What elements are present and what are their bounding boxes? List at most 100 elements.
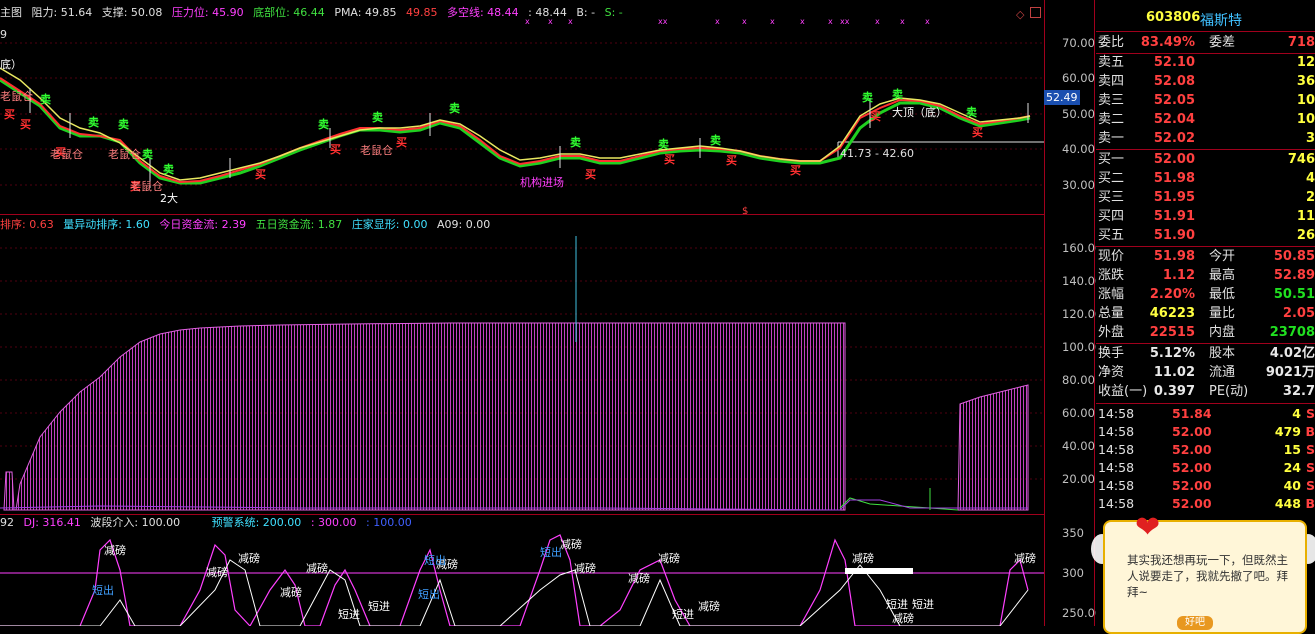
pane-divider <box>0 214 1044 215</box>
annotation-label: 老鼠仓 <box>108 147 141 161</box>
stock-name: 福斯特 <box>1200 13 1242 29</box>
fundamental-row: 换手 5.12% 股本 4.02亿 <box>1098 346 1315 361</box>
svg-text:卖: 卖 <box>449 101 460 115</box>
svg-text:x: x <box>800 18 805 26</box>
osc-100-value: : 100.00 <box>366 516 412 529</box>
pane-divider <box>0 514 1044 515</box>
y-tick: 160.00 <box>1062 241 1103 255</box>
sell-row[interactable]: 卖一 52.02 3 <box>1096 130 1315 148</box>
svg-text:买: 买 <box>4 108 15 121</box>
y-tick: 100.00 <box>1062 340 1103 354</box>
a09-value: A09: 0.00 <box>437 218 491 231</box>
svg-text:买: 买 <box>726 154 737 167</box>
main-price-chart[interactable]: 卖卖卖 卖卖卖 卖卖卖 卖卖卖 卖卖 买买买 买买买 买买买 买买买 买 底） … <box>0 18 1044 214</box>
y-tick: 120.00 <box>1062 307 1103 321</box>
volume-anomaly-value: 量异动排序: 1.60 <box>63 218 150 231</box>
sell-row[interactable]: 卖二 52.04 10 <box>1096 111 1315 129</box>
y-tick: 350 <box>1062 526 1084 540</box>
heart-icon: ❤ <box>1135 510 1161 545</box>
annotation-label: 大顶（底） <box>892 105 947 119</box>
svg-text:买: 买 <box>870 110 881 123</box>
y-tick: 140.00 <box>1062 274 1103 288</box>
today-fund-flow: 今日资金流: 2.39 <box>159 218 247 231</box>
buy-row[interactable]: 买二 51.98 4 <box>1096 170 1315 188</box>
annotation-label: 2大 <box>160 191 178 205</box>
band-entry-value: 波段介入: 100.00 <box>90 516 181 529</box>
osc-label: 短进 <box>338 607 360 621</box>
five-day-fund-flow: 五日资金流: 1.87 <box>255 218 343 231</box>
svg-text:卖: 卖 <box>710 133 721 147</box>
green-ma-line <box>0 78 1031 185</box>
svg-text:卖: 卖 <box>372 110 383 124</box>
svg-text:买: 买 <box>20 118 31 131</box>
osc-label: 减磅 <box>206 565 228 579</box>
osc-label: 短出 <box>424 553 446 567</box>
svg-text:x: x <box>828 18 833 26</box>
y-tick: 80.00 <box>1062 373 1095 387</box>
sell-row[interactable]: 卖三 52.05 10 <box>1096 92 1315 110</box>
svg-text:买: 买 <box>585 168 596 181</box>
volume-chart[interactable] <box>0 232 1044 514</box>
svg-text:买: 买 <box>330 143 341 156</box>
svg-text:x: x <box>715 18 720 26</box>
annotation-label: 老鼠仓 <box>50 147 83 161</box>
svg-text:x: x <box>548 18 553 26</box>
svg-text:买: 买 <box>255 168 266 181</box>
annotation-label: 老鼠仓 <box>130 179 163 193</box>
svg-text:x: x <box>925 18 930 26</box>
svg-text:卖: 卖 <box>88 115 99 129</box>
dj-value: DJ: 316.41 <box>23 516 81 529</box>
osc-300-value: : 300.00 <box>310 516 357 529</box>
svg-text:卖: 卖 <box>142 147 153 161</box>
sell-row[interactable]: 卖五 52.10 12 <box>1096 54 1315 72</box>
buy-row[interactable]: 买五 51.90 26 <box>1096 227 1315 245</box>
range-label: 41.73 - 42.60 <box>840 147 914 160</box>
y-tick: 60.00 <box>1062 71 1095 85</box>
osc-label: 减磅 <box>560 537 582 551</box>
popup-message: 其实我还想再玩一下，但既然主人说要走了，我就先撤了吧。拜拜~ <box>1127 553 1288 599</box>
assistant-popup[interactable]: ❤ 其实我还想再玩一下，但既然主人说要走了，我就先撤了吧。拜拜~ 好吧 <box>1091 510 1315 634</box>
dealer-value: 庄家显形: 0.00 <box>351 218 428 231</box>
stat-row: 涨幅 2.20% 最低 50.51 <box>1098 287 1315 302</box>
current-price-tag: 52.49 <box>1044 90 1080 105</box>
svg-text:买: 买 <box>972 126 983 139</box>
window-box-icon[interactable] <box>1030 7 1041 18</box>
osc-label: 短进 <box>368 599 390 613</box>
buy-row[interactable]: 买四 51.91 11 <box>1096 208 1315 226</box>
svg-text:x: x <box>900 18 905 26</box>
annotation-label: 底） <box>0 57 22 71</box>
weibi-row: 委比 83.49% 委差 718 <box>1098 35 1315 50</box>
osc-value-stub: 92 <box>0 516 14 529</box>
tick-row: 14:58 51.84 4 S <box>1098 406 1315 421</box>
annotation-label: 老鼠仓 <box>0 89 33 103</box>
svg-text:买: 买 <box>664 153 675 166</box>
y-tick: 250.00 <box>1062 606 1103 620</box>
svg-text:x: x <box>568 18 573 26</box>
osc-label: 短进 <box>912 597 934 611</box>
osc-label: 减磅 <box>658 551 680 565</box>
buy-row[interactable]: 买三 51.95 2 <box>1096 189 1315 207</box>
osc-label: 短出 <box>92 583 114 597</box>
osc-label: 减磅 <box>698 599 720 613</box>
y-tick: 50.00 <box>1062 107 1095 121</box>
svg-text:卖: 卖 <box>163 162 174 176</box>
osc-label: 短出 <box>540 545 562 559</box>
annotation-label: 老鼠仓 <box>360 143 393 157</box>
svg-text:卖: 卖 <box>118 117 129 131</box>
oscillator-chart[interactable]: 减磅 减磅 减磅 减磅 减磅 减磅 减磅 减磅 减磅 减磅 减磅 减磅 减磅 减… <box>0 530 1044 626</box>
svg-text:卖: 卖 <box>658 137 669 151</box>
svg-text:xx: xx <box>840 18 850 26</box>
osc-label: 短进 <box>886 597 908 611</box>
y-tick: 70.00 <box>1062 36 1095 50</box>
svg-text:卖: 卖 <box>570 135 581 149</box>
buy-row[interactable]: 买一 52.00 746 <box>1096 151 1315 169</box>
y-tick: 40.00 <box>1062 142 1095 156</box>
popup-ok-button[interactable]: 好吧 <box>1177 616 1213 630</box>
tick-row: 14:58 52.00 24 S <box>1098 460 1315 475</box>
osc-label: 减磅 <box>852 551 874 565</box>
chart-area[interactable]: 主图 阻力: 51.64 支撑: 50.08 压力位: 45.90 底部位: 4… <box>0 0 1102 626</box>
sell-row[interactable]: 卖四 52.08 36 <box>1096 73 1315 91</box>
volume-indicator-header: 排序: 0.63 量异动排序: 1.60 今日资金流: 2.39 五日资金流: … <box>0 218 496 232</box>
tick-row: 14:58 52.00 15 S <box>1098 442 1315 457</box>
svg-text:卖: 卖 <box>862 90 873 104</box>
